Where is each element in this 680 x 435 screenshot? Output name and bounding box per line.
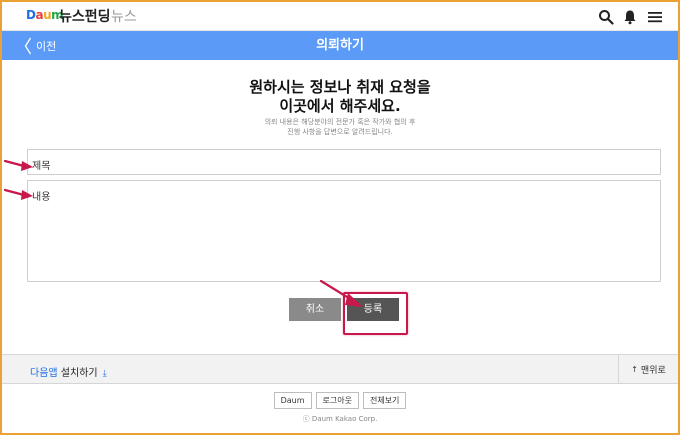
subservice-name[interactable]: 뉴스 (111, 6, 137, 26)
copyright: ⓒ Daum Kakao Corp. (302, 415, 378, 423)
page-title: 의뢰하기 (316, 38, 364, 53)
menu-icon[interactable] (647, 9, 663, 25)
title-input[interactable]: 제목 (27, 149, 661, 175)
download-icon: ⤓ (102, 369, 107, 379)
daum-logo[interactable]: Daum (26, 8, 64, 22)
service-name[interactable]: 뉴스펀딩 (59, 6, 111, 26)
to-top-button[interactable]: ↑ 맨위로 (618, 355, 678, 383)
chevron-left-icon (24, 37, 32, 54)
request-description: 의뢰 내용은 해당분야의 전문가 혹은 작가와 협의 후 진행 사항을 답변으로… (264, 118, 416, 136)
arrow-annotation-title (4, 159, 33, 171)
back-button[interactable]: 이전 (24, 31, 56, 60)
arrow-annotation-submit (319, 279, 363, 307)
arrow-up-icon: ↑ (631, 364, 638, 374)
search-icon[interactable] (598, 9, 614, 25)
title-bar: 의뢰하기 이전 (2, 31, 678, 60)
title-placeholder: 제목 (32, 161, 51, 172)
content-textarea[interactable]: 내용 (27, 180, 661, 282)
back-label: 이전 (36, 39, 57, 53)
footer-link-fullview[interactable]: 전체보기 (362, 392, 407, 409)
footer-link-daum[interactable]: Daum (273, 392, 312, 409)
footer-links: Daum 로그아웃 전체보기 (0, 392, 680, 409)
install-app-link[interactable]: 다음앱 설치하기 ⤓ (30, 364, 107, 379)
content-placeholder: 내용 (32, 192, 51, 203)
footer-bar: 다음앱 설치하기 ⤓ ↑ 맨위로 (2, 354, 678, 384)
request-heading: 원하시는 정보나 취재 요청을 이곳에서 해주세요. (249, 78, 431, 115)
top-header: Daum 뉴스펀딩 뉴스 (2, 2, 678, 31)
footer-link-logout[interactable]: 로그아웃 (315, 392, 359, 409)
bell-icon[interactable] (622, 9, 638, 25)
arrow-annotation-content (4, 188, 33, 200)
